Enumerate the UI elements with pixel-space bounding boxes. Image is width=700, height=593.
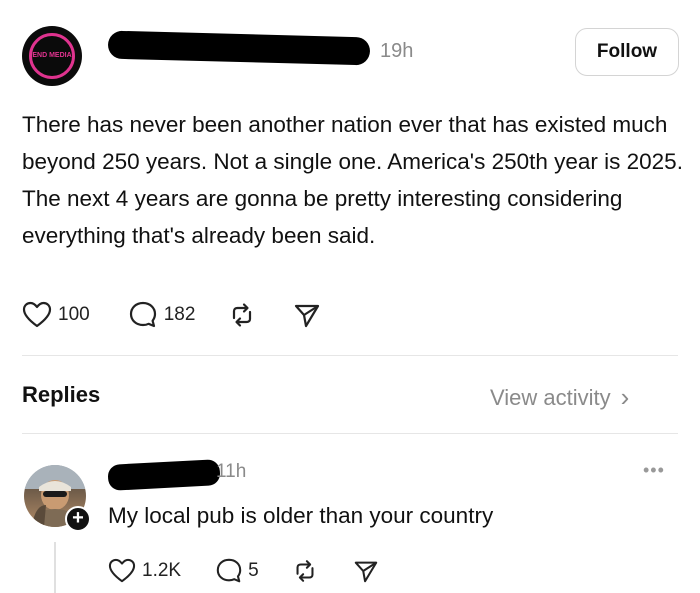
more-options-icon[interactable]: ••• [643, 460, 665, 481]
view-activity-label: View activity [490, 384, 611, 410]
reply-actions: 1.2K 5 [108, 556, 379, 586]
reply-like-button[interactable]: 1.2K [108, 558, 181, 584]
author-avatar[interactable]: END MEDIA [22, 26, 82, 86]
thread-line [54, 542, 56, 593]
like-button[interactable]: 100 [22, 301, 90, 329]
end-media-logo: END MEDIA [29, 33, 75, 79]
replies-heading: Replies [22, 382, 101, 407]
repost-icon [233, 303, 252, 327]
avatar-logo-text: END MEDIA [32, 52, 72, 59]
reply-comment-count: 5 [248, 560, 259, 581]
reply-comment-button[interactable]: 5 [215, 557, 259, 585]
repost-icon [296, 560, 314, 582]
repost-button[interactable] [227, 300, 257, 330]
heart-icon [22, 301, 52, 328]
like-count: 100 [58, 304, 90, 325]
reply-share-button[interactable] [353, 558, 379, 584]
send-icon [295, 304, 320, 328]
chevron-right-icon: › [620, 382, 630, 412]
comment-count: 182 [163, 304, 196, 325]
divider [22, 433, 678, 434]
redacted-reply-username [107, 459, 221, 491]
send-icon [354, 561, 377, 583]
plus-icon[interactable]: + [65, 506, 91, 532]
reply-timestamp: 11h [216, 461, 247, 482]
comment-bubble-icon [216, 558, 242, 583]
redacted-username [107, 30, 371, 66]
reply-repost-button[interactable] [291, 557, 319, 585]
comment-bubble-icon [129, 301, 156, 328]
divider [22, 355, 678, 356]
post-text: There has never been another nation ever… [22, 112, 683, 248]
post-timestamp: 19h [380, 40, 414, 62]
follow-button[interactable]: Follow [575, 28, 679, 76]
view-activity-link[interactable]: View activity › [490, 382, 629, 413]
share-button[interactable] [293, 301, 321, 329]
comment-button[interactable]: 182 [128, 300, 196, 330]
heart-icon [108, 558, 136, 583]
reply-text: My local pub is older than your country [108, 503, 494, 528]
reply-like-count: 1.2K [142, 560, 182, 581]
post-actions: 100 182 [22, 300, 321, 330]
